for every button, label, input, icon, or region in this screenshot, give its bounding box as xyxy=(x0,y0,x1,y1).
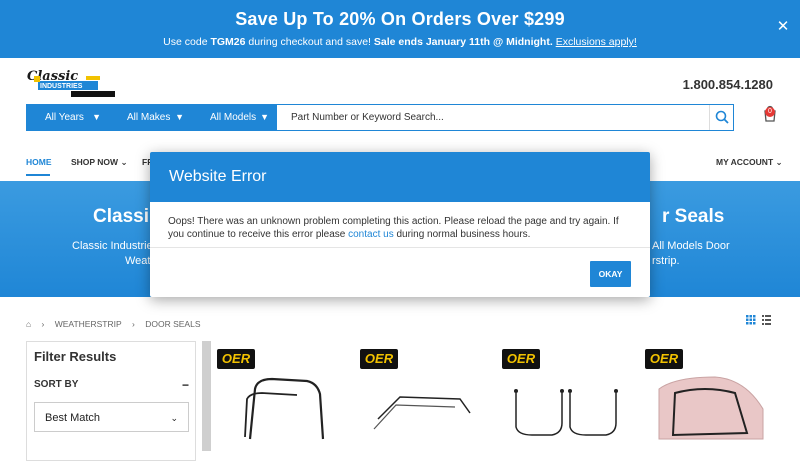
error-modal: Website Error Oops! There was an unknown… xyxy=(150,152,650,297)
modal-title: Website Error xyxy=(150,152,650,202)
modal-message: Oops! There was an unknown problem compl… xyxy=(150,202,650,248)
modal-footer: OKAY xyxy=(150,248,650,297)
okay-button[interactable]: OKAY xyxy=(590,261,631,287)
contact-us-link[interactable]: contact us xyxy=(348,229,394,240)
